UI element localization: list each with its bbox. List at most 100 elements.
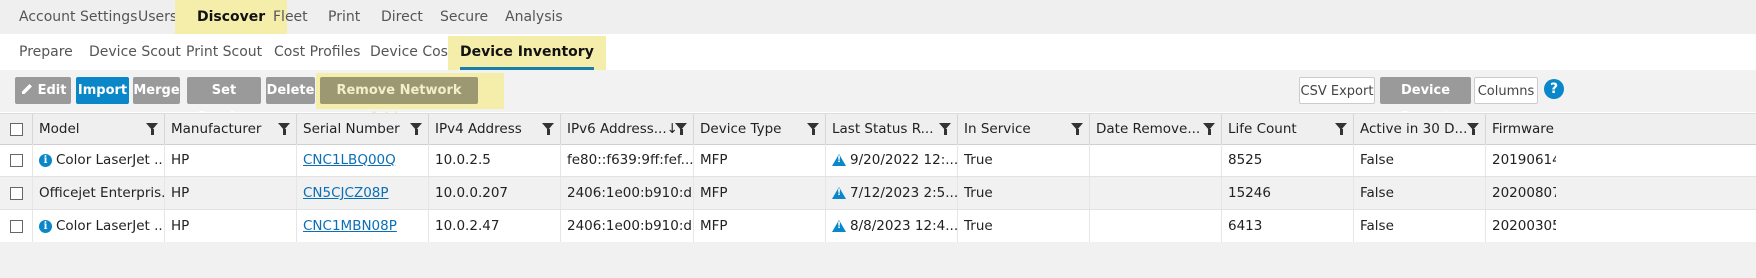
tab-device-cost[interactable]: Device Cost bbox=[370, 36, 453, 70]
serial-link[interactable]: CNC1MBN08P bbox=[303, 218, 397, 234]
nav-account-settings[interactable]: Account Settings bbox=[19, 0, 137, 34]
cell-ipv4: 10.0.0.207 bbox=[429, 177, 561, 209]
tab-print-scout[interactable]: Print Scout bbox=[186, 36, 262, 70]
tab-cost-profiles[interactable]: Cost Profiles bbox=[274, 36, 360, 70]
table-row[interactable]: i Color LaserJet ... HP CNC1MBN08P 10.0.2… bbox=[0, 210, 1756, 243]
cell-last-status-text: 8/8/2023 12:4... bbox=[850, 218, 958, 234]
col-date-removed-label: Date Remove... bbox=[1096, 121, 1201, 137]
col-device-type[interactable]: Device Type bbox=[694, 114, 826, 144]
cell-active: False bbox=[1354, 144, 1486, 176]
cell-model: i Color LaserJet ... bbox=[33, 210, 165, 242]
cell-in-service: True bbox=[958, 210, 1090, 242]
col-ipv4-address-label: IPv4 Address bbox=[435, 121, 522, 137]
grid-next-row-partial bbox=[0, 242, 1756, 278]
filter-icon[interactable] bbox=[675, 123, 687, 135]
cell-device-type: MFP bbox=[694, 177, 826, 209]
toolbar: Edit Import Merge Set Service Delete Rem… bbox=[0, 70, 1756, 125]
cell-last-status: 7/12/2023 2:5... bbox=[826, 177, 958, 209]
set-service-button[interactable]: Set Service bbox=[187, 77, 261, 125]
col-manufacturer[interactable]: Manufacturer bbox=[165, 114, 297, 144]
filter-icon[interactable] bbox=[1467, 123, 1479, 135]
cell-ipv6: fe80::f639:9ff:fef... bbox=[561, 144, 694, 176]
filter-icon[interactable] bbox=[939, 123, 951, 135]
filter-icon[interactable] bbox=[410, 123, 422, 135]
edit-button[interactable]: Edit bbox=[15, 77, 71, 104]
nav-analysis[interactable]: Analysis bbox=[505, 0, 563, 34]
row-checkbox-cell bbox=[0, 177, 33, 209]
warning-icon bbox=[832, 220, 846, 232]
row-checkbox-cell bbox=[0, 210, 33, 242]
cell-firmware: 20200305 2 bbox=[1492, 218, 1556, 234]
edit-label: Edit bbox=[37, 83, 67, 98]
serial-link[interactable]: CN5CJCZ08P bbox=[303, 185, 389, 201]
cell-ipv6: 2406:1e00:b910:d... bbox=[561, 177, 694, 209]
row-checkbox-cell bbox=[0, 144, 33, 176]
columns-button[interactable]: Columns bbox=[1474, 77, 1538, 104]
table-row[interactable]: i Color LaserJet ... HP CNC1LBQ00Q 10.0.2… bbox=[0, 144, 1756, 177]
info-icon[interactable]: i bbox=[39, 153, 52, 167]
nav-fleet[interactable]: Fleet bbox=[273, 0, 308, 34]
cell-manufacturer: HP bbox=[165, 144, 297, 176]
row-checkbox[interactable] bbox=[10, 219, 23, 233]
cell-model: Officejet Enterpris... bbox=[33, 177, 165, 209]
row-checkbox[interactable] bbox=[10, 153, 23, 167]
col-ipv4-address[interactable]: IPv4 Address bbox=[429, 114, 561, 144]
cell-in-service: True bbox=[958, 177, 1090, 209]
cell-ipv4: 10.0.2.5 bbox=[429, 144, 561, 176]
select-all-checkbox[interactable] bbox=[10, 122, 23, 136]
nav-users[interactable]: Users bbox=[138, 0, 177, 34]
pencil-icon bbox=[21, 84, 32, 94]
col-firmware[interactable]: Firmware Ve bbox=[1486, 114, 1556, 144]
cell-last-status-text: 9/20/2022 12:... bbox=[850, 152, 958, 168]
cell-last-status: 8/8/2023 12:4... bbox=[826, 210, 958, 242]
remove-network-address-button[interactable]: Remove Network Address bbox=[320, 77, 478, 125]
col-life-count[interactable]: Life Count bbox=[1222, 114, 1354, 144]
tab-device-scout[interactable]: Device Scout bbox=[89, 36, 181, 70]
cell-date-removed bbox=[1090, 144, 1222, 176]
cell-device-type: MFP bbox=[694, 210, 826, 242]
nav-secure[interactable]: Secure bbox=[440, 0, 488, 34]
nav-discover[interactable]: Discover bbox=[175, 0, 288, 34]
filter-icon[interactable] bbox=[1203, 123, 1215, 135]
nav-direct[interactable]: Direct bbox=[381, 0, 423, 34]
col-date-removed[interactable]: Date Remove... bbox=[1090, 114, 1222, 144]
filter-icon[interactable] bbox=[146, 123, 158, 135]
col-ipv6-address[interactable]: IPv6 Address...↓ bbox=[561, 114, 694, 144]
tab-device-inventory[interactable]: Device Inventory bbox=[448, 36, 606, 70]
cell-life-count: 8525 bbox=[1222, 144, 1354, 176]
table-row[interactable]: Officejet Enterpris... HP CN5CJCZ08P 10.… bbox=[0, 177, 1756, 210]
tab-prepare[interactable]: Prepare bbox=[19, 36, 73, 70]
serial-link[interactable]: CNC1LBQ00Q bbox=[303, 152, 396, 168]
merge-button[interactable]: Merge bbox=[133, 77, 180, 104]
nav-print[interactable]: Print bbox=[328, 0, 360, 34]
row-checkbox[interactable] bbox=[10, 186, 23, 200]
cell-model: i Color LaserJet ... bbox=[33, 144, 165, 176]
device-report-button[interactable]: Device Report bbox=[1380, 77, 1471, 125]
cell-life-count: 6413 bbox=[1222, 210, 1354, 242]
filter-icon[interactable] bbox=[278, 123, 290, 135]
help-icon[interactable]: ? bbox=[1544, 79, 1564, 99]
cell-last-status: 9/20/2022 12:... bbox=[826, 144, 958, 176]
cell-last-status-text: 7/12/2023 2:5... bbox=[850, 185, 958, 201]
cell-active: False bbox=[1354, 177, 1486, 209]
filter-icon[interactable] bbox=[1335, 123, 1347, 135]
filter-icon[interactable] bbox=[1071, 123, 1083, 135]
delete-button[interactable]: Delete bbox=[266, 77, 315, 104]
cell-firmware: 20200807 2 bbox=[1492, 185, 1556, 201]
import-button[interactable]: Import bbox=[76, 77, 129, 104]
col-in-service[interactable]: In Service bbox=[958, 114, 1090, 144]
cell-ipv4: 10.0.2.47 bbox=[429, 210, 561, 242]
col-in-service-label: In Service bbox=[964, 121, 1031, 137]
grid-header: Model Manufacturer Serial Number IPv4 Ad… bbox=[0, 113, 1756, 145]
csv-export-button[interactable]: CSV Export bbox=[1299, 77, 1375, 104]
info-icon[interactable]: i bbox=[39, 219, 52, 233]
filter-icon[interactable] bbox=[542, 123, 554, 135]
col-device-type-label: Device Type bbox=[700, 121, 782, 137]
col-active-30-days[interactable]: Active in 30 D... bbox=[1354, 114, 1486, 144]
select-all-checkbox-cell bbox=[0, 114, 33, 144]
col-model[interactable]: Model bbox=[33, 114, 165, 144]
cell-manufacturer: HP bbox=[165, 177, 297, 209]
col-last-status[interactable]: Last Status R... bbox=[826, 114, 958, 144]
filter-icon[interactable] bbox=[807, 123, 819, 135]
col-serial-number[interactable]: Serial Number bbox=[297, 114, 429, 144]
